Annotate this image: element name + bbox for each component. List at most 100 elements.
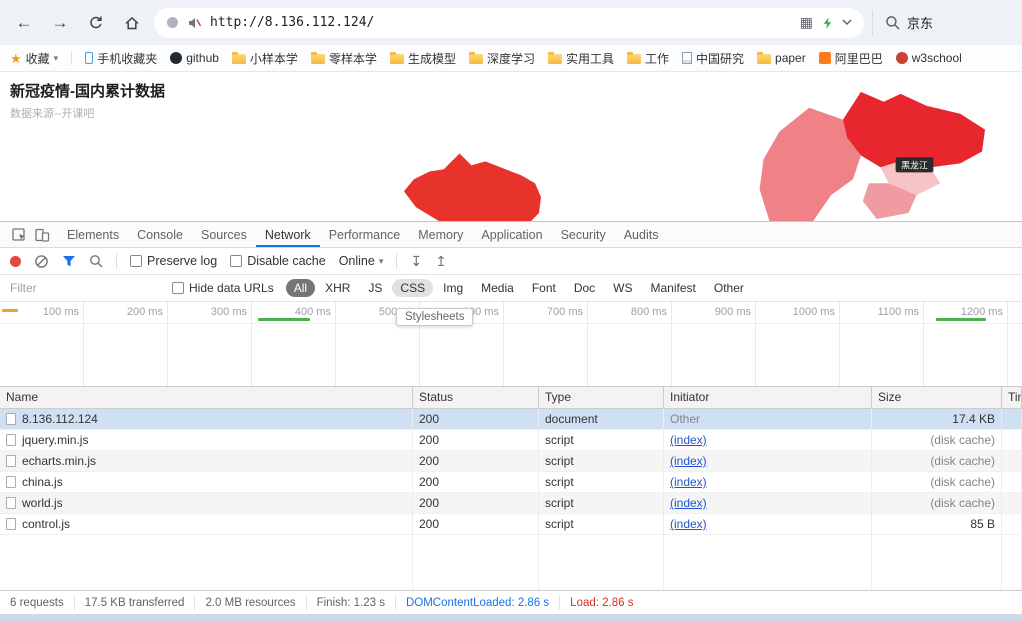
filter-pill-font[interactable]: Font bbox=[524, 279, 564, 297]
throttling-dropdown[interactable]: Online ▾ bbox=[339, 254, 384, 268]
toolbar-divider bbox=[116, 253, 117, 269]
load-time: Load: 2.86 s bbox=[570, 596, 634, 609]
filter-pill-doc[interactable]: Doc bbox=[566, 279, 603, 297]
map-region-red[interactable] bbox=[403, 153, 542, 221]
initiator-link[interactable]: (index) bbox=[670, 433, 707, 447]
hide-data-urls-checkbox[interactable] bbox=[172, 282, 184, 294]
network-request-row[interactable]: world.js 200 script (index) (disk cache) bbox=[0, 493, 1022, 514]
requests-table: Name Status Type Initiator Size Time 8.1… bbox=[0, 386, 1022, 590]
network-request-row[interactable]: echarts.min.js 200 script (index) (disk … bbox=[0, 451, 1022, 472]
inspect-element-icon[interactable] bbox=[12, 227, 28, 242]
network-overview[interactable]: 100 ms 200 ms 300 ms 400 ms 500 ms 600 m… bbox=[0, 302, 1022, 386]
search-requests-icon[interactable] bbox=[89, 254, 103, 268]
lightning-icon[interactable] bbox=[821, 16, 834, 30]
initiator-link[interactable]: (index) bbox=[670, 496, 707, 510]
bookmark-folder[interactable]: 零样本学 bbox=[310, 50, 377, 67]
tab-memory[interactable]: Memory bbox=[409, 222, 472, 247]
tab-application[interactable]: Application bbox=[472, 222, 551, 247]
search-keyword: 京东 bbox=[907, 16, 934, 31]
initiator-link[interactable]: (index) bbox=[670, 475, 707, 489]
page-title: 新冠疫情-国内累计数据 bbox=[10, 83, 165, 100]
timeline-tick: 100 ms bbox=[0, 302, 84, 386]
column-header-type[interactable]: Type bbox=[539, 387, 664, 408]
bookmark-favorites[interactable]: ★ 收藏 ▾ bbox=[10, 50, 58, 67]
filter-pill-ws[interactable]: WS bbox=[605, 279, 640, 297]
hide-data-urls-option[interactable]: Hide data URLs bbox=[172, 281, 274, 295]
qr-code-icon[interactable]: ▦ bbox=[800, 14, 813, 31]
record-button[interactable] bbox=[10, 255, 21, 267]
preserve-log-option[interactable]: Preserve log bbox=[130, 254, 217, 268]
site-info-icon[interactable] bbox=[166, 16, 179, 29]
preserve-log-checkbox[interactable] bbox=[130, 255, 142, 267]
home-button[interactable] bbox=[118, 9, 146, 37]
tab-console[interactable]: Console bbox=[128, 222, 192, 247]
url-text: http://8.136.112.124/ bbox=[210, 15, 375, 30]
filter-funnel-icon[interactable] bbox=[62, 255, 76, 268]
status-cell: 200 bbox=[413, 472, 539, 493]
tab-network[interactable]: Network bbox=[256, 222, 320, 247]
document-icon bbox=[682, 52, 693, 64]
column-header-size[interactable]: Size bbox=[872, 387, 1002, 408]
chevron-down-icon[interactable] bbox=[842, 19, 852, 26]
bookmark-folder[interactable]: 小样本学 bbox=[231, 50, 298, 67]
type-cell: script bbox=[539, 493, 664, 514]
status-cell: 200 bbox=[413, 514, 539, 535]
import-har-icon[interactable]: ↧ bbox=[410, 254, 422, 268]
filter-pill-js[interactable]: JS bbox=[360, 279, 390, 297]
bookmark-github[interactable]: github bbox=[170, 51, 219, 65]
china-map[interactable]: 黑龙江 bbox=[362, 72, 1022, 221]
address-bar[interactable]: http://8.136.112.124/ ▦ bbox=[154, 7, 864, 38]
device-toolbar-icon[interactable] bbox=[34, 228, 50, 242]
bookmark-folder[interactable]: paper bbox=[757, 51, 806, 65]
bookmark-alibaba[interactable]: 阿里巴巴 bbox=[818, 50, 883, 67]
bookmark-folder[interactable]: 工作 bbox=[627, 50, 669, 67]
column-header-time[interactable]: Time bbox=[1002, 387, 1022, 408]
tab-performance[interactable]: Performance bbox=[320, 222, 410, 247]
forward-button[interactable]: → bbox=[46, 9, 74, 37]
reload-button[interactable] bbox=[82, 9, 110, 37]
network-request-row[interactable]: jquery.min.js 200 script (index) (disk c… bbox=[0, 430, 1022, 451]
column-header-status[interactable]: Status bbox=[413, 387, 539, 408]
waterfall-bar-green bbox=[258, 318, 310, 321]
bookmark-w3school[interactable]: w3school bbox=[895, 51, 962, 65]
tab-elements[interactable]: Elements bbox=[58, 222, 128, 247]
disable-cache-option[interactable]: Disable cache bbox=[230, 254, 326, 268]
browser-search[interactable]: 京东 bbox=[872, 9, 1012, 36]
network-request-row[interactable]: control.js 200 script (index) 85 B bbox=[0, 514, 1022, 535]
tab-audits[interactable]: Audits bbox=[615, 222, 668, 247]
browser-toolbar: ← → http://8.136.112.124/ ▦ 京东 bbox=[0, 0, 1022, 45]
filter-pill-all[interactable]: All bbox=[285, 279, 316, 297]
filter-pill-xhr[interactable]: XHR bbox=[317, 279, 358, 297]
column-header-name[interactable]: Name bbox=[0, 387, 413, 408]
bookmark-china-research[interactable]: 中国研究 bbox=[682, 50, 744, 67]
clear-icon[interactable] bbox=[34, 254, 49, 269]
type-cell: script bbox=[539, 430, 664, 451]
export-har-icon[interactable]: ↥ bbox=[435, 254, 447, 268]
map-region-heilongjiang[interactable] bbox=[842, 91, 986, 168]
disable-cache-checkbox[interactable] bbox=[230, 255, 243, 267]
filter-pill-media[interactable]: Media bbox=[473, 279, 522, 297]
filter-pill-manifest[interactable]: Manifest bbox=[643, 279, 704, 297]
tab-security[interactable]: Security bbox=[552, 222, 615, 247]
bookmark-label: 实用工具 bbox=[565, 51, 614, 66]
mute-icon[interactable] bbox=[187, 16, 202, 30]
filter-pill-css[interactable]: CSS bbox=[392, 279, 434, 297]
initiator-link[interactable]: (index) bbox=[670, 517, 707, 531]
network-request-row[interactable]: 8.136.112.124 200 document Other 17.4 KB bbox=[0, 409, 1022, 430]
back-button[interactable]: ← bbox=[10, 9, 38, 37]
status-cell: 200 bbox=[413, 451, 539, 472]
network-filter-row: Hide data URLs All XHR JS CSS Img Media … bbox=[0, 275, 1022, 302]
request-name: world.js bbox=[22, 496, 63, 510]
bookmark-folder[interactable]: 生成模型 bbox=[389, 50, 456, 67]
bookmark-mobile-folder[interactable]: 手机收藏夹 bbox=[85, 50, 157, 67]
bookmark-folder[interactable]: 实用工具 bbox=[547, 50, 614, 67]
bookmark-label: paper bbox=[775, 51, 806, 65]
filter-pill-img[interactable]: Img bbox=[435, 279, 471, 297]
initiator-link[interactable]: (index) bbox=[670, 454, 707, 468]
filter-input[interactable] bbox=[10, 281, 160, 295]
column-header-initiator[interactable]: Initiator bbox=[664, 387, 872, 408]
bookmark-folder[interactable]: 深度学习 bbox=[468, 50, 535, 67]
filter-pill-other[interactable]: Other bbox=[706, 279, 752, 297]
network-request-row[interactable]: china.js 200 script (index) (disk cache) bbox=[0, 472, 1022, 493]
tab-sources[interactable]: Sources bbox=[192, 222, 256, 247]
